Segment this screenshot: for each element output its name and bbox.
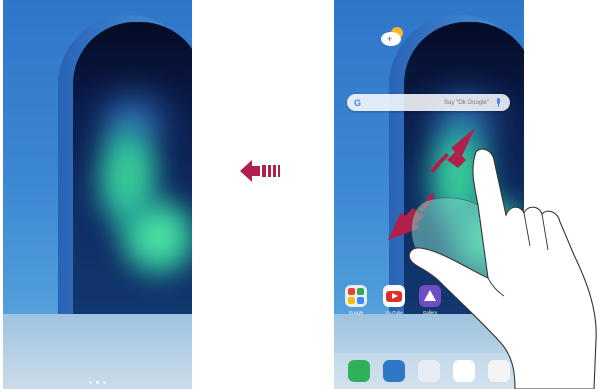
play-store-icon[interactable] bbox=[453, 360, 475, 382]
weather-icon[interactable]: + bbox=[378, 24, 408, 48]
app-label: Gallery bbox=[422, 310, 438, 315]
app-label: Google bbox=[348, 310, 364, 315]
swipe-left-arrow-icon bbox=[240, 160, 280, 182]
arch-sky bbox=[73, 22, 192, 334]
page-dot bbox=[89, 381, 92, 384]
google-logo: G bbox=[354, 97, 362, 108]
app-label: YouTube bbox=[385, 310, 403, 315]
floor bbox=[3, 314, 192, 389]
page-indicator bbox=[3, 381, 192, 384]
home-screen-wallpaper-left bbox=[3, 0, 192, 389]
app-youtube[interactable]: YouTube bbox=[382, 285, 406, 315]
phone-icon[interactable] bbox=[348, 360, 370, 382]
app-gallery[interactable]: Gallery bbox=[418, 285, 442, 315]
youtube-icon bbox=[383, 285, 405, 307]
gallery-icon bbox=[419, 285, 441, 307]
home-screen-right: + G Say "Ok Google" Google YouTube Galle… bbox=[334, 0, 524, 389]
app-google[interactable]: Google bbox=[344, 285, 368, 315]
page-dot-active bbox=[96, 381, 99, 384]
google-folder-icon bbox=[345, 285, 367, 307]
search-placeholder: Say "Ok Google" bbox=[444, 99, 489, 106]
camera-icon[interactable] bbox=[418, 360, 440, 382]
page-dot bbox=[103, 381, 106, 384]
messages-icon[interactable] bbox=[383, 360, 405, 382]
chrome-icon[interactable] bbox=[488, 360, 510, 382]
search-widget[interactable]: G Say "Ok Google" bbox=[347, 94, 510, 111]
mic-icon[interactable] bbox=[495, 97, 502, 108]
svg-text:+: + bbox=[387, 34, 392, 44]
